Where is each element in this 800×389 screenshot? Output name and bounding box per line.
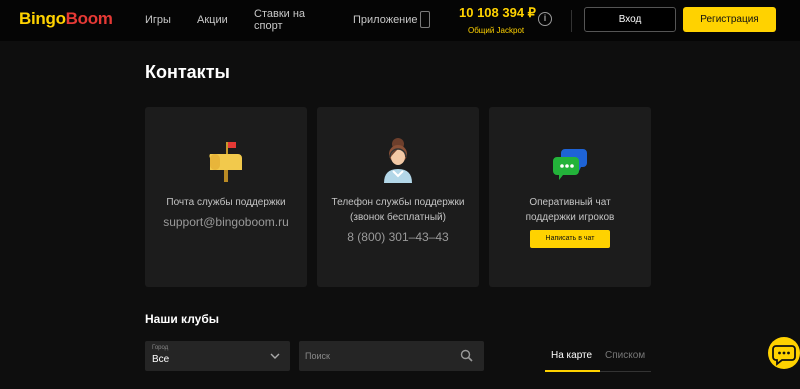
nav-promo[interactable]: Акции [197, 14, 228, 55]
chevron-down-icon [270, 353, 280, 359]
phone-card-label-line1: Телефон службы поддержки [331, 197, 465, 208]
tab-underline [600, 371, 651, 372]
support-chat-button[interactable] [768, 337, 800, 369]
support-chat-icon [772, 345, 796, 366]
tab-list[interactable]: Списком [605, 350, 645, 361]
chat-card-label-line2: поддержки игроков [525, 212, 615, 223]
logo-accent: Boom [65, 9, 113, 28]
phone-card-label-line2: (звонок бесплатный) [350, 212, 446, 223]
city-select[interactable]: Город Все [145, 341, 290, 371]
search-box [299, 341, 484, 371]
logo[interactable]: BingoBoom [19, 9, 113, 29]
nav-games[interactable]: Игры [145, 14, 171, 55]
clubs-title: Наши клубы [145, 312, 220, 326]
tab-map[interactable]: На карте [551, 350, 592, 361]
contact-card-phone: Телефон службы поддержки (звонок бесплат… [317, 107, 479, 287]
search-input[interactable] [305, 349, 455, 363]
tab-active-indicator [545, 370, 600, 372]
contact-card-email: Почта службы поддержки support@bingoboom… [145, 107, 307, 287]
city-select-value: Все [152, 354, 170, 365]
login-button[interactable]: Вход [584, 7, 676, 32]
jackpot-label: Общий Jackpot [468, 26, 525, 35]
chat-card-label-line1: Оперативный чат [529, 197, 611, 208]
page-title: Контакты [145, 62, 230, 82]
info-icon[interactable]: i [538, 12, 552, 26]
open-chat-button[interactable]: Написать в чат [530, 230, 610, 248]
jackpot-amount: 10 108 394 ₽ [459, 5, 536, 20]
mailbox-icon [209, 142, 242, 182]
chat-bubbles-icon [553, 149, 587, 180]
contact-card-chat: Оперативный чат поддержки игроков Написа… [489, 107, 651, 287]
email-card-label: Почта службы поддержки [166, 197, 286, 208]
support-operator-icon [384, 138, 412, 183]
nav-sport[interactable]: Ставки на спорт [254, 8, 305, 49]
nav-app[interactable]: Приложение [353, 14, 418, 55]
header: BingoBoom Игры Акции Ставки на спорт При… [0, 0, 800, 41]
city-select-label: Город [152, 345, 169, 351]
register-button[interactable]: Регистрация [683, 7, 776, 32]
support-phone[interactable]: 8 (800) 301–43–43 [317, 230, 479, 244]
mobile-phone-icon[interactable] [420, 11, 430, 28]
header-divider [571, 10, 572, 32]
search-icon[interactable] [460, 349, 473, 362]
support-email[interactable]: support@bingoboom.ru [145, 215, 307, 229]
